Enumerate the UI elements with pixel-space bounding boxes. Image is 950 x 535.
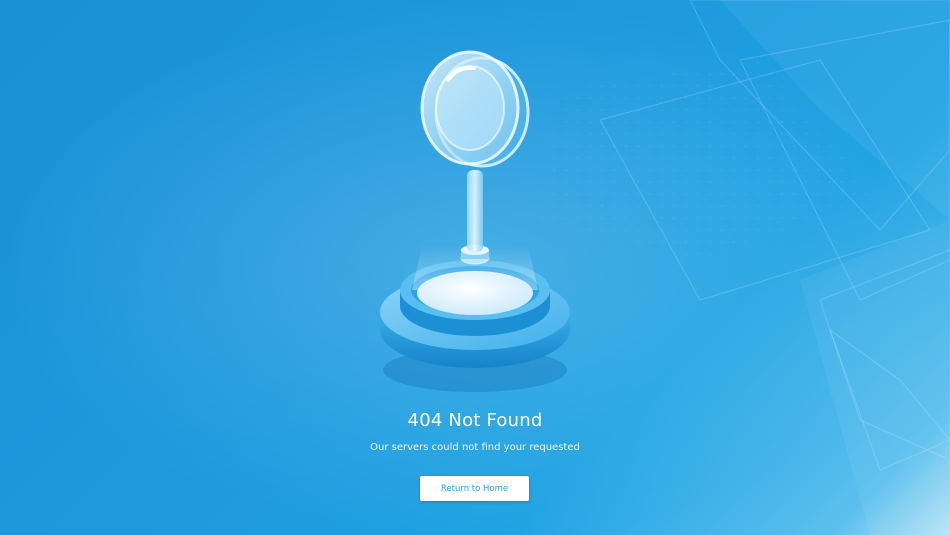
error-title: 404 Not Found xyxy=(407,410,543,431)
error-message: Our servers could not find your requeste… xyxy=(370,442,580,453)
magnifying-glass-on-pedestal-icon xyxy=(380,50,570,392)
return-home-button[interactable]: Return to Home xyxy=(420,476,529,501)
